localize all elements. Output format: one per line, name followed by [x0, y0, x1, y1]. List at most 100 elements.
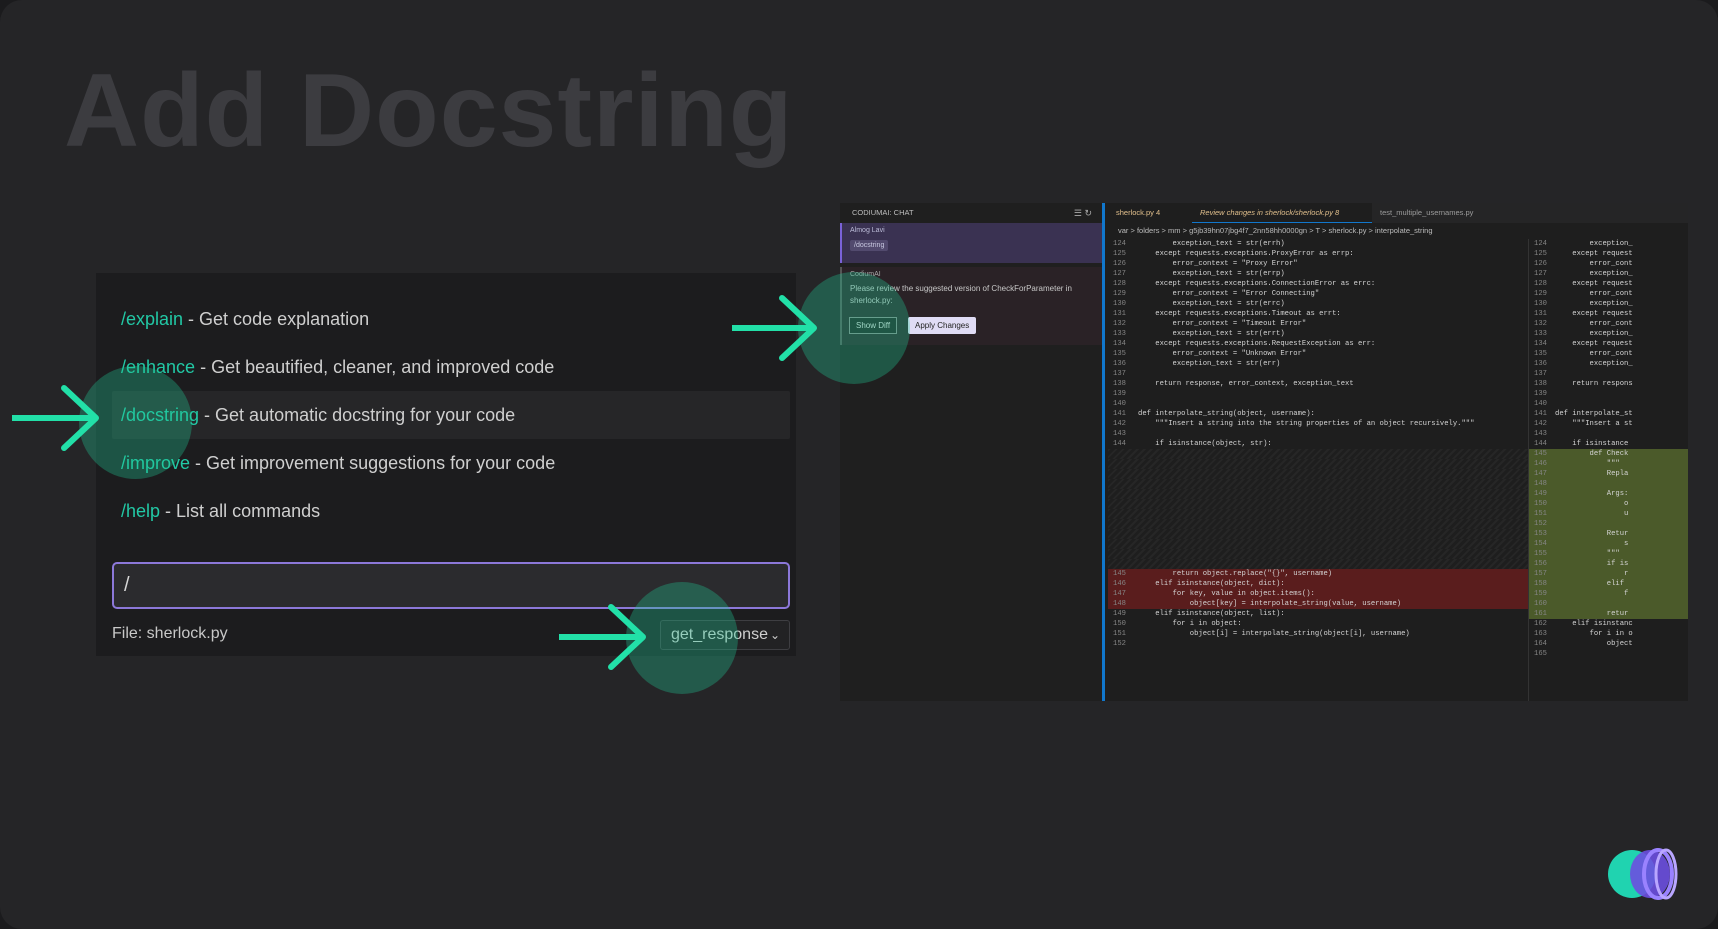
- code-line: 161 retur: [1529, 609, 1688, 619]
- code-line: 134 except request: [1529, 339, 1688, 349]
- arrow-right-icon: [732, 295, 817, 361]
- code-line: 133 exception_text = str(errt): [1108, 329, 1528, 339]
- line-number: 137: [1113, 370, 1126, 378]
- user-message: Almog Lavi /docstring: [840, 223, 1102, 263]
- command-item-explain[interactable]: /explain - Get code explanation: [96, 295, 796, 343]
- line-number: 132: [1534, 320, 1547, 328]
- code-text: s: [1555, 540, 1629, 548]
- diff-original-pane[interactable]: 124 exception_text = str(errh) 125 except…: [1108, 239, 1528, 701]
- line-number: 137: [1534, 370, 1547, 378]
- code-text: def Check: [1555, 450, 1629, 458]
- code-line: 152: [1529, 519, 1688, 529]
- code-line: 144 if isinstance(object, str):: [1108, 439, 1528, 449]
- code-line: 147 Repla: [1529, 469, 1688, 479]
- line-number: 145: [1113, 570, 1126, 578]
- code-line: 128 except requests.exceptions.Connectio…: [1108, 279, 1528, 289]
- code-text: if is: [1555, 560, 1629, 568]
- code-text: Repla: [1555, 470, 1629, 478]
- line-number: 138: [1113, 380, 1126, 388]
- tab-test-multiple-usernames[interactable]: test_multiple_usernames.py: [1372, 203, 1512, 223]
- code-text: elif: [1555, 580, 1629, 588]
- chevron-down-icon: ⌄: [769, 628, 780, 642]
- code-line: 155 """: [1529, 549, 1688, 559]
- code-text: return response, error_context, exceptio…: [1138, 380, 1354, 388]
- code-text: error_context = "Error Connecting": [1138, 290, 1320, 298]
- code-line: 124 exception_: [1529, 239, 1688, 249]
- command-name: /help: [121, 501, 161, 521]
- code-text: error_cont: [1555, 260, 1633, 268]
- refresh-icon[interactable]: ☰ ↻: [1074, 203, 1092, 223]
- command-description: - Get automatic docstring for your code: [199, 405, 516, 425]
- code-text: except request: [1555, 310, 1633, 318]
- code-text: o: [1555, 500, 1629, 508]
- code-line: 126 error_cont: [1529, 259, 1688, 269]
- code-line: 143: [1529, 429, 1688, 439]
- code-line: 145 def Check: [1529, 449, 1688, 459]
- line-number: 144: [1113, 440, 1126, 448]
- line-number: 125: [1113, 250, 1126, 258]
- code-line: 151 u: [1529, 509, 1688, 519]
- code-line: 135 error_context = "Unknown Error": [1108, 349, 1528, 359]
- line-number: 140: [1113, 400, 1126, 408]
- code-line: 124 exception_text = str(errh): [1108, 239, 1528, 249]
- command-description: - Get code explanation: [183, 309, 370, 329]
- code-line: 125 except request: [1529, 249, 1688, 259]
- command-item-help[interactable]: /help - List all commands: [96, 487, 796, 535]
- code-text: for i in o: [1555, 630, 1633, 638]
- code-text: exception_: [1555, 270, 1633, 278]
- line-number: 154: [1534, 540, 1547, 548]
- code-line: 131 except request: [1529, 309, 1688, 319]
- command-item-docstring[interactable]: /docstring - Get automatic docstring for…: [112, 391, 790, 439]
- code-line: 146 elif isinstance(object, dict):: [1108, 579, 1528, 589]
- code-text: except request: [1555, 340, 1633, 348]
- code-text: error_context = "Unknown Error": [1138, 350, 1307, 358]
- code-line: 142 """Insert a st: [1529, 419, 1688, 429]
- line-number: 130: [1534, 300, 1547, 308]
- code-line: 131 except requests.exceptions.Timeout a…: [1108, 309, 1528, 319]
- code-text: f: [1555, 590, 1629, 598]
- code-line: 148: [1529, 479, 1688, 489]
- code-line: 153 Retur: [1529, 529, 1688, 539]
- code-text: """: [1555, 550, 1620, 558]
- diff-placeholder-line: [1108, 499, 1528, 509]
- command-item-enhance[interactable]: /enhance - Get beautified, cleaner, and …: [96, 343, 796, 391]
- line-number: 156: [1534, 560, 1547, 568]
- code-text: exception_text = str(errp): [1138, 270, 1285, 278]
- line-number: 153: [1534, 530, 1547, 538]
- tab-review-changes[interactable]: Review changes in sherlock/sherlock.py 8: [1192, 203, 1372, 223]
- code-line: 133 exception_: [1529, 329, 1688, 339]
- code-line: 142 """Insert a string into the string p…: [1108, 419, 1528, 429]
- editor-tabs: sherlock.py 4 Review changes in sherlock…: [1108, 203, 1688, 223]
- command-item-improve[interactable]: /improve - Get improvement suggestions f…: [96, 439, 796, 487]
- code-text: exception_: [1555, 360, 1633, 368]
- line-number: 157: [1534, 570, 1547, 578]
- editor-screenshot: CODIUMAI: CHAT ☰ ↻ Almog Lavi /docstring …: [840, 203, 1688, 701]
- line-number: 148: [1534, 480, 1547, 488]
- tab-sherlock[interactable]: sherlock.py 4: [1108, 203, 1192, 223]
- code-text: error_context = "Proxy Error": [1138, 260, 1298, 268]
- command-description: - List all commands: [160, 501, 321, 521]
- line-number: 138: [1534, 380, 1547, 388]
- line-number: 133: [1534, 330, 1547, 338]
- code-text: """: [1555, 460, 1620, 468]
- diff-placeholder-line: [1108, 559, 1528, 569]
- apply-changes-button[interactable]: Apply Changes: [908, 317, 977, 334]
- command-description: - Get beautified, cleaner, and improved …: [195, 357, 555, 377]
- line-number: 135: [1113, 350, 1126, 358]
- code-line: 150 for i in object:: [1108, 619, 1528, 629]
- code-line: 140: [1108, 399, 1528, 409]
- code-line: 159 f: [1529, 589, 1688, 599]
- diff-placeholder-line: [1108, 519, 1528, 529]
- code-text: except requests.exceptions.RequestExcept…: [1138, 340, 1376, 348]
- code-text: error_context = "Timeout Error": [1138, 320, 1307, 328]
- diff-modified-pane[interactable]: 124 exception_ 125 except request 126 erro…: [1528, 239, 1688, 701]
- code-text: retur: [1555, 610, 1629, 618]
- code-line: 141 def interpolate_st: [1529, 409, 1688, 419]
- code-line: 132 error_context = "Timeout Error": [1108, 319, 1528, 329]
- code-text: elif isinstance(object, list):: [1138, 610, 1285, 618]
- slide: Add Docstring /explain - Get code explan…: [0, 0, 1718, 929]
- code-line: 146 """: [1529, 459, 1688, 469]
- code-text: def interpolate_string(object, username)…: [1138, 410, 1315, 418]
- diff-placeholder-line: [1108, 479, 1528, 489]
- code-text: """Insert a st: [1555, 420, 1633, 428]
